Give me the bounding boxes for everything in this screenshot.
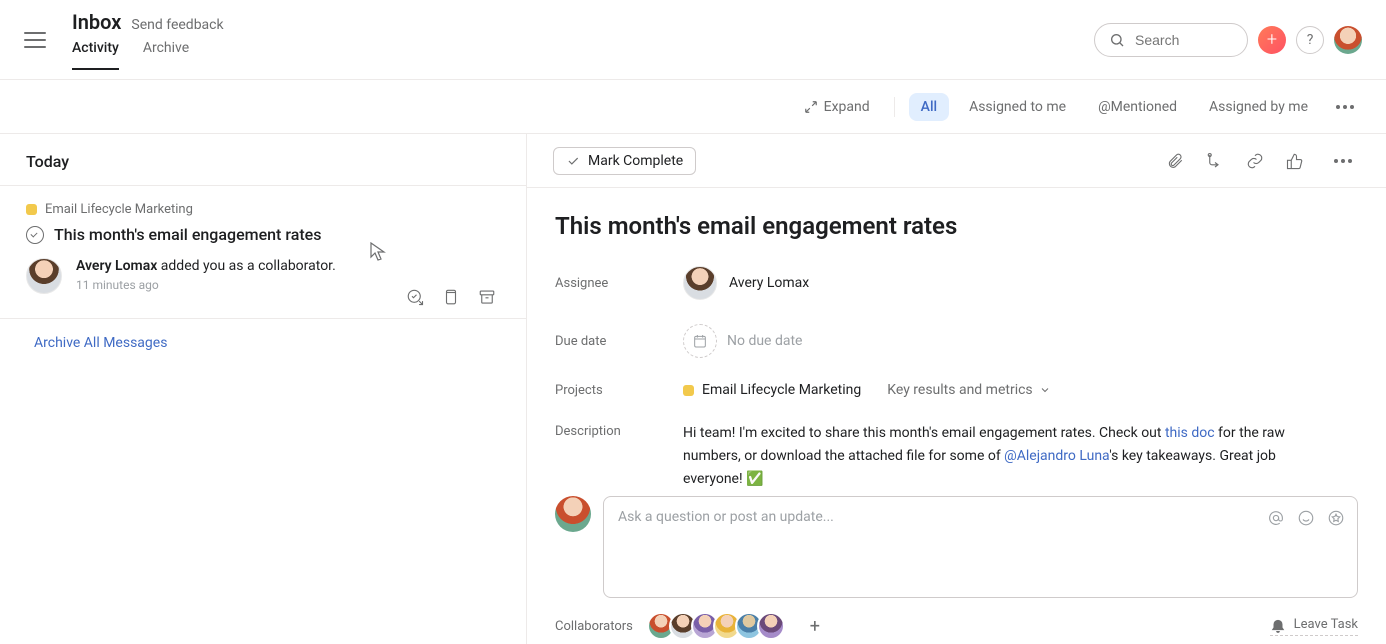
section-name: Key results and metrics [887, 382, 1032, 398]
bookmark-icon[interactable] [442, 288, 460, 306]
due-date-button[interactable]: No due date [683, 324, 802, 358]
like-icon[interactable] [1286, 152, 1304, 170]
inbox-item-timestamp: 11 minutes ago [76, 278, 500, 292]
description-row: Description Hi team! I'm excited to shar… [555, 422, 1358, 491]
attachment-icon[interactable] [1166, 152, 1184, 170]
task-body: This month's email engagement rates Assi… [527, 188, 1386, 496]
inbox-item[interactable]: Email Lifecycle Marketing This month's e… [0, 185, 526, 319]
copy-link-icon[interactable] [1246, 152, 1264, 170]
assignee-row: Assignee Avery Lomax [555, 266, 1358, 300]
actor-avatar [26, 258, 62, 294]
check-icon [566, 154, 580, 168]
projects-label: Projects [555, 383, 683, 398]
user-avatar[interactable] [1334, 26, 1362, 54]
section-dropdown[interactable]: Key results and metrics [887, 382, 1050, 398]
mark-complete-button[interactable]: Mark Complete [553, 147, 696, 175]
action-text: added you as a collaborator. [157, 258, 335, 274]
inbox-list-pane: Today Email Lifecycle Marketing This mon… [0, 134, 527, 644]
archive-icon[interactable] [478, 288, 496, 306]
tab-archive[interactable]: Archive [143, 40, 189, 70]
title-area: Inbox Send feedback Activity Archive [72, 10, 224, 70]
actor-name: Avery Lomax [76, 258, 157, 274]
user-mention[interactable]: @Alejandro Luna [1004, 448, 1109, 464]
search-icon [1109, 32, 1125, 48]
calendar-icon [683, 324, 717, 358]
comment-area [527, 496, 1386, 598]
task-header [527, 80, 1386, 134]
inbox-item-project-label: Email Lifecycle Marketing [45, 202, 193, 217]
assignee-avatar [683, 266, 717, 300]
description-text[interactable]: Hi team! I'm excited to share this month… [683, 422, 1323, 491]
task-more-icon[interactable] [1326, 153, 1360, 169]
inbox-date-header: Today [0, 134, 526, 185]
bell-icon [1270, 617, 1286, 633]
task-title[interactable]: This month's email engagement rates [555, 212, 1358, 240]
projects-row: Projects Email Lifecycle Marketing Key r… [555, 382, 1358, 398]
assignee-label: Assignee [555, 276, 683, 291]
tab-activity[interactable]: Activity [72, 40, 119, 70]
search-input[interactable] [1135, 32, 1233, 48]
task-detail-pane: Mark Complete This month's email engagem… [527, 134, 1386, 644]
project-name: Email Lifecycle Marketing [702, 382, 861, 398]
project-color-swatch [683, 385, 694, 396]
page-title: Inbox [72, 10, 121, 34]
cursor-icon [370, 242, 386, 262]
desc-part1: Hi team! I'm excited to share this month… [683, 425, 1165, 441]
doc-link[interactable]: this doc [1165, 425, 1215, 441]
comment-box[interactable] [603, 496, 1358, 598]
send-feedback-link[interactable]: Send feedback [131, 17, 223, 33]
top-bar: Inbox Send feedback Activity Archive + ? [0, 0, 1386, 80]
due-date-row: Due date No due date [555, 324, 1358, 358]
comment-input[interactable] [618, 509, 1343, 569]
project-color-swatch [26, 204, 37, 215]
leave-task-button[interactable]: Leave Task [1270, 617, 1358, 636]
complete-circle-icon[interactable] [26, 226, 44, 244]
assignee-value[interactable]: Avery Lomax [683, 266, 809, 300]
search-box[interactable] [1094, 23, 1248, 57]
star-icon[interactable] [1327, 509, 1345, 527]
current-user-avatar [555, 496, 591, 532]
help-button[interactable]: ? [1296, 26, 1324, 54]
leave-task-label: Leave Task [1294, 617, 1358, 632]
inbox-item-title: This month's email engagement rates [54, 225, 322, 244]
subtask-icon[interactable] [1206, 152, 1224, 170]
mention-icon[interactable] [1267, 509, 1285, 527]
add-collaborator-button[interactable]: + [805, 616, 825, 636]
task-toolbar: Mark Complete [527, 134, 1386, 188]
create-task-icon[interactable] [406, 288, 424, 306]
menu-toggle-icon[interactable] [24, 24, 56, 56]
collaborators-label: Collaborators [555, 619, 633, 634]
emoji-icon[interactable] [1297, 509, 1315, 527]
collaborators-bar: Collaborators + Leave Task [527, 598, 1386, 644]
main-split: Today Email Lifecycle Marketing This mon… [0, 134, 1386, 644]
due-date-label: Due date [555, 334, 683, 349]
archive-all-link[interactable]: Archive All Messages [0, 319, 526, 367]
description-label: Description [555, 422, 683, 439]
collaborator-avatar[interactable] [757, 612, 785, 640]
project-chip[interactable]: Email Lifecycle Marketing [683, 382, 861, 398]
global-add-button[interactable]: + [1258, 26, 1286, 54]
due-date-text: No due date [727, 333, 802, 349]
assignee-name: Avery Lomax [729, 275, 809, 291]
inbox-item-project: Email Lifecycle Marketing [26, 202, 500, 217]
chevron-down-icon [1039, 384, 1051, 396]
inbox-item-text: Avery Lomax added you as a collaborator. [76, 258, 500, 274]
mark-complete-label: Mark Complete [588, 153, 683, 169]
collaborator-avatars [647, 612, 785, 640]
